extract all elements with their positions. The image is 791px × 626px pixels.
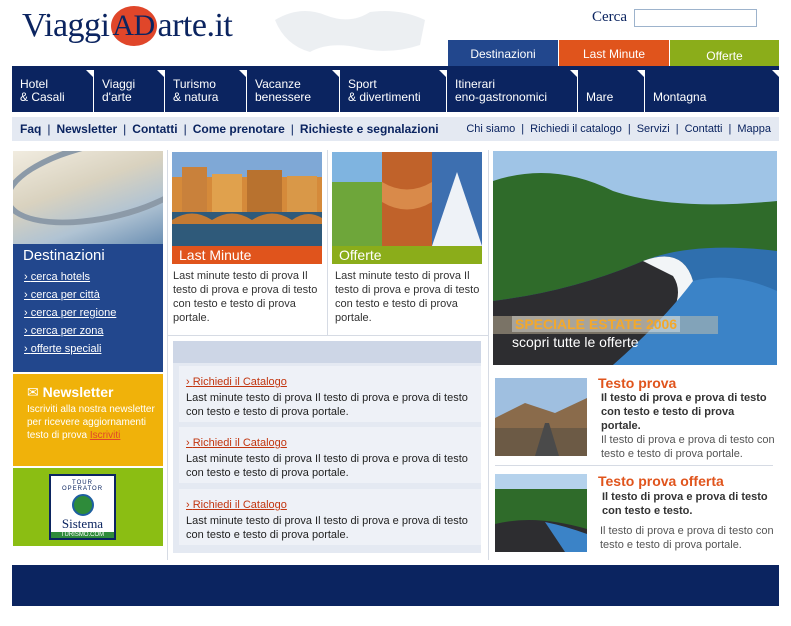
nav-label: Turismo bbox=[173, 77, 216, 91]
nav-mare[interactable]: Mare bbox=[578, 70, 645, 112]
offerte-image[interactable] bbox=[332, 152, 482, 246]
link-cerca-regione[interactable]: cerca per regione bbox=[24, 307, 117, 319]
last-minute-image[interactable] bbox=[172, 152, 322, 246]
banner-title: SPECIALE ESTATE 2006 bbox=[512, 316, 681, 332]
site-logo[interactable]: Viaggi AD arte.it bbox=[22, 6, 233, 46]
nav-label: & natura bbox=[173, 90, 219, 104]
world-map-decoration bbox=[270, 0, 430, 65]
link-mappa[interactable]: Mappa bbox=[737, 123, 771, 135]
newsletter-subscribe-link[interactable]: Iscriviti bbox=[90, 430, 121, 441]
testo-prova-offerta-title: Testo prova offerta bbox=[598, 473, 724, 489]
nav-label: & divertimenti bbox=[348, 90, 421, 104]
link-faq[interactable]: Faq bbox=[20, 122, 41, 136]
row-divider bbox=[167, 335, 488, 336]
testo-prova-offerta-text: Il testo di prova e prova di testo con t… bbox=[600, 525, 774, 551]
logo-badge: AD bbox=[110, 6, 157, 46]
catalog-panel-header bbox=[173, 341, 481, 363]
search-input[interactable] bbox=[634, 9, 757, 27]
catalog-item: Richiedi il Catalogo Last minute testo d… bbox=[179, 489, 481, 545]
nav-label: Montagna bbox=[653, 90, 707, 104]
link-come-prenotare[interactable]: Come prenotare bbox=[193, 122, 285, 136]
page-footer bbox=[12, 565, 779, 606]
nav-sport-divertimenti[interactable]: Sport & divertimenti bbox=[340, 70, 447, 112]
nav-itinerari-eno-gastronomici[interactable]: Itinerari eno-gastronomici bbox=[447, 70, 578, 112]
secondary-navigation: Faq | Newsletter | Contatti | Come prenotar… bbox=[12, 117, 779, 141]
catalog-item: Richiedi il Catalogo Last minute testo d… bbox=[179, 366, 481, 422]
link-contatti-secondary[interactable]: Contatti bbox=[685, 123, 723, 135]
offerte-text: Last minute testo di prova Il testo di p… bbox=[335, 270, 480, 324]
sponsor-sub: TURISMO.COM bbox=[51, 532, 114, 538]
catalog-item-text: Last minute testo di prova Il testo di p… bbox=[186, 515, 468, 541]
newsletter-description: Iscriviti alla nostra newsletter per ric… bbox=[27, 403, 157, 442]
main-navigation: Hotel & Casali Viaggi d'arte Turismo & natu… bbox=[12, 70, 780, 112]
testo-prova-image[interactable] bbox=[495, 378, 587, 456]
globe-icon bbox=[71, 494, 94, 516]
tab-offerte[interactable]: Offerte bbox=[670, 40, 779, 68]
link-contatti[interactable]: Contatti bbox=[132, 122, 177, 136]
last-minute-text: Last minute testo di prova Il testo di p… bbox=[173, 270, 318, 324]
link-chi-siamo[interactable]: Chi siamo bbox=[466, 123, 515, 135]
nav-vacanze-benessere[interactable]: Vacanze benessere bbox=[247, 70, 340, 112]
nav-montagna[interactable]: Montagna bbox=[645, 70, 780, 112]
nav-label: & Casali bbox=[20, 90, 65, 104]
link-richiedi-catalogo[interactable]: Richiedi il catalogo bbox=[530, 123, 622, 135]
sponsor-name: Sistema bbox=[61, 516, 104, 531]
globe-image bbox=[13, 151, 163, 244]
sponsor-top-text: TOUR OPERATOR bbox=[61, 480, 104, 492]
column-divider bbox=[488, 150, 489, 560]
tab-destinazioni[interactable]: Destinazioni bbox=[448, 40, 558, 68]
search-label: Cerca bbox=[592, 9, 627, 25]
nav-label: Hotel bbox=[20, 77, 49, 91]
testo-prova-offerta-image[interactable] bbox=[495, 474, 587, 552]
nav-label: Vacanze bbox=[255, 77, 301, 91]
nav-label: Sport bbox=[348, 77, 377, 91]
logo-text-right: arte.it bbox=[157, 7, 233, 44]
link-newsletter[interactable]: Newsletter bbox=[56, 122, 117, 136]
link-richieste-segnalazioni[interactable]: Richieste e segnalazioni bbox=[300, 122, 439, 136]
nav-label: d'arte bbox=[102, 90, 132, 104]
richiedi-catalogo-link[interactable]: Richiedi il Catalogo bbox=[186, 499, 287, 511]
sistema-turismo-logo[interactable]: TOUR OPERATOR Sistema TURISMO.COM bbox=[49, 474, 116, 540]
destinazioni-title: Destinazioni bbox=[23, 247, 105, 264]
nav-label: benessere bbox=[255, 90, 312, 104]
nav-viaggi-arte[interactable]: Viaggi d'arte bbox=[94, 70, 165, 112]
testo-prova-offerta-bold: Il testo di prova e prova di testo con t… bbox=[602, 491, 768, 517]
column-divider bbox=[167, 150, 168, 560]
testo-prova-text: Il testo di prova e prova di testo con t… bbox=[601, 434, 775, 460]
nav-turismo-natura[interactable]: Turismo & natura bbox=[165, 70, 247, 112]
testo-prova-bold: Il testo di prova e prova di testo con t… bbox=[601, 392, 767, 432]
catalog-item-text: Last minute testo di prova Il testo di p… bbox=[186, 392, 468, 418]
envelope-icon: ✉ bbox=[27, 384, 39, 400]
row-divider bbox=[495, 465, 773, 466]
speciale-estate-banner[interactable] bbox=[493, 151, 777, 365]
newsletter-title: ✉ Newsletter bbox=[27, 384, 113, 401]
newsletter-title-text: Newsletter bbox=[42, 384, 114, 400]
last-minute-label: Last Minute bbox=[172, 246, 322, 264]
richiedi-catalogo-link[interactable]: Richiedi il Catalogo bbox=[186, 376, 287, 388]
column-divider bbox=[327, 150, 328, 336]
nav-label: Itinerari bbox=[455, 77, 496, 91]
nav-label: Mare bbox=[586, 90, 614, 104]
testo-prova-title: Testo prova bbox=[598, 375, 677, 391]
tab-last-minute[interactable]: Last Minute bbox=[559, 40, 669, 68]
link-servizi[interactable]: Servizi bbox=[637, 123, 670, 135]
nav-label: Viaggi bbox=[102, 77, 136, 91]
nav-label: eno-gastronomici bbox=[455, 90, 548, 104]
richiedi-catalogo-link[interactable]: Richiedi il Catalogo bbox=[186, 437, 287, 449]
link-cerca-hotels[interactable]: cerca hotels bbox=[24, 271, 90, 283]
link-cerca-zona[interactable]: cerca per zona bbox=[24, 325, 104, 337]
catalog-item: Richiedi il Catalogo Last minute testo d… bbox=[179, 427, 481, 483]
banner-subtitle: scopri tutte le offerte bbox=[512, 334, 639, 350]
logo-text-left: Viaggi bbox=[22, 7, 110, 44]
offerte-label: Offerte bbox=[332, 246, 482, 264]
link-cerca-citta[interactable]: cerca per città bbox=[24, 289, 100, 301]
catalog-item-text: Last minute testo di prova Il testo di p… bbox=[186, 453, 468, 479]
nav-hotel-casali[interactable]: Hotel & Casali bbox=[12, 70, 94, 112]
link-offerte-speciali[interactable]: offerte speciali bbox=[24, 343, 102, 355]
